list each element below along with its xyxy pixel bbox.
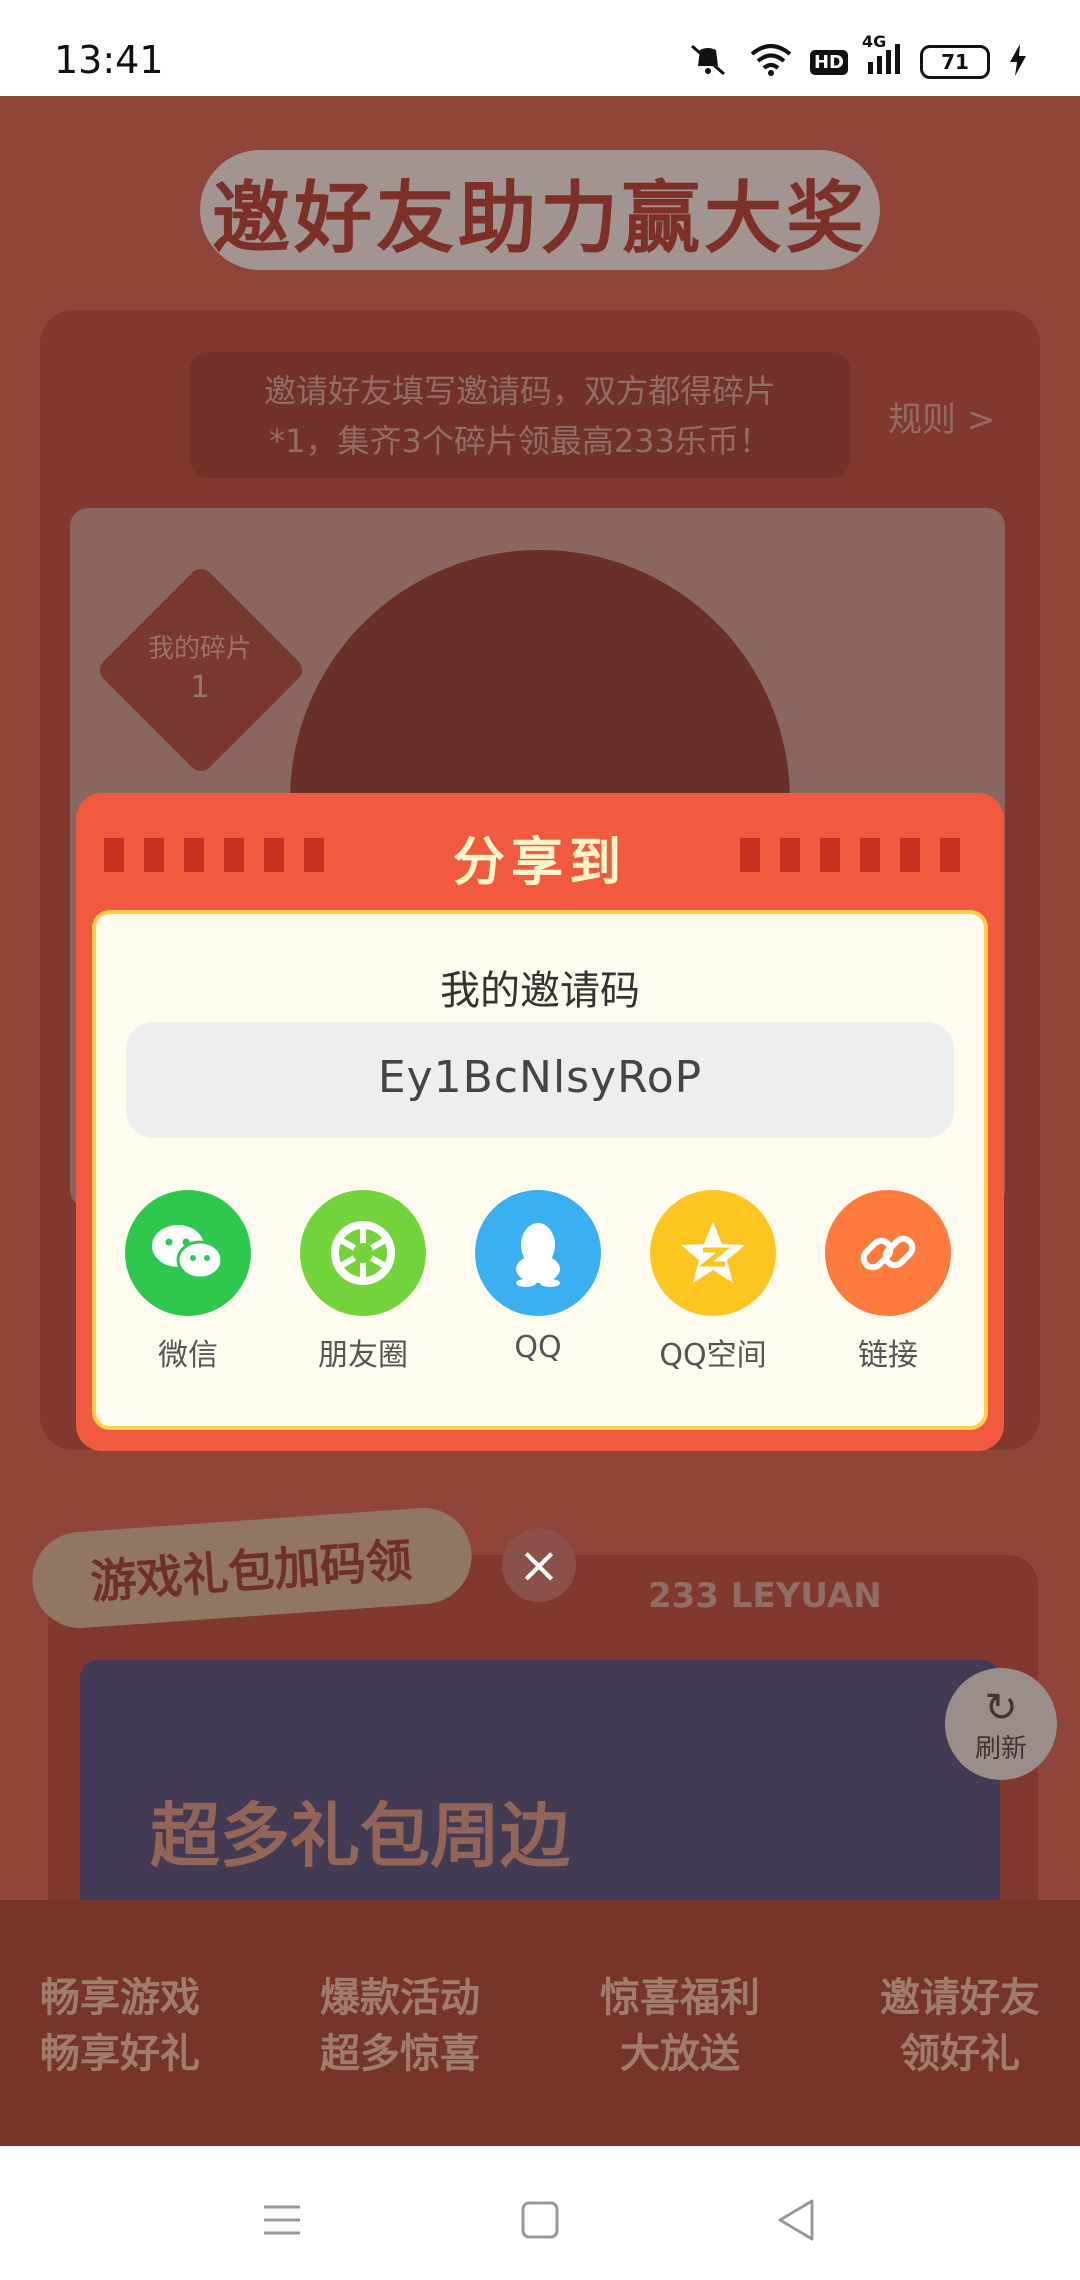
hd-badge: HD [809,49,848,75]
qzone-icon [650,1190,776,1316]
share-label: 朋友圈 [318,1338,408,1373]
wechat-icon [125,1190,251,1316]
moments-icon [300,1190,426,1316]
close-modal-button[interactable]: × [502,1528,576,1602]
share-qq-button[interactable]: QQ [463,1190,613,1365]
home-nav-button[interactable] [510,2190,570,2250]
share-moments-button[interactable]: 朋友圈 [288,1190,438,1374]
share-link-button[interactable]: 链接 [813,1190,963,1374]
home-icon [521,2201,559,2239]
link-icon [825,1190,951,1316]
share-modal-title: 分享到 [452,833,627,893]
back-icon [778,2199,814,2241]
invite-code-value[interactable]: Ey1BcNlsyRoP [126,1052,954,1103]
charging-icon [1008,44,1028,80]
share-wechat-button[interactable]: 微信 [113,1190,263,1374]
share-label: QQ [514,1330,562,1365]
status-icons: HD 4G 71 [684,32,1028,80]
wifi-icon [750,44,792,80]
back-nav-button[interactable] [766,2190,826,2250]
menu-icon [264,2205,300,2235]
menu-nav-button[interactable] [252,2190,312,2250]
network-type: 4G [862,32,887,51]
qq-icon [475,1190,601,1316]
share-label: 链接 [858,1338,918,1373]
share-qzone-button[interactable]: QQ空间 [638,1190,788,1374]
invite-code-label: 我的邀请码 [440,968,640,1014]
status-bar: 13:41 HD 4G 71 [0,0,1080,96]
vibrate-off-icon [684,44,732,80]
battery-icon: 71 [920,45,990,79]
status-time: 13:41 [54,38,164,82]
share-label: QQ空间 [659,1338,767,1373]
share-label: 微信 [158,1338,218,1373]
signal-icon: 4G [862,32,902,80]
